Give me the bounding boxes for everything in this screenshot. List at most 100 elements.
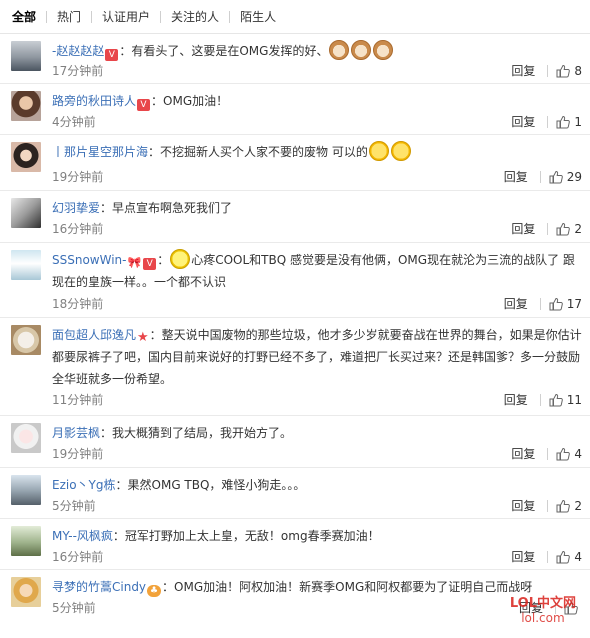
tab-all[interactable]: 全部 xyxy=(10,10,46,24)
avatar[interactable] xyxy=(11,423,41,453)
like-button[interactable]: 8 xyxy=(556,64,582,78)
avatar[interactable] xyxy=(11,250,41,280)
comment-meta: 5分钟前 回复 2 xyxy=(52,497,582,514)
comment-content: ：冠军打野加上太上皇，无敌！omg春季赛加油！ xyxy=(112,529,380,543)
like-button[interactable]: 11 xyxy=(549,393,582,407)
comment-item: SSSnowWin-🎀 V：心疼COOL和TBQ 感觉要是没有他俩，OMG现在就沦… xyxy=(0,243,590,318)
reply-button[interactable]: 回复 xyxy=(504,391,528,408)
comment-text: 丨那片星空那片海：不挖掘新人买个人家不要的废物 可以的 xyxy=(52,141,582,163)
like-button[interactable]: 4 xyxy=(556,447,582,461)
comment-actions: 回复 4 xyxy=(511,548,582,565)
comment-text: SSSnowWin-🎀 V：心疼COOL和TBQ 感觉要是没有他俩，OMG现在就沦… xyxy=(52,249,582,293)
like-button[interactable]: 29 xyxy=(549,170,582,184)
comment-body: -赵赵赵赵 V ：有看头了、这要是在OMG发挥的好、 xyxy=(52,40,582,62)
comment-username[interactable]: 幻羽挚爱 xyxy=(52,201,100,215)
comment-username[interactable]: 丨那片星空那片海 xyxy=(52,145,148,159)
reply-button[interactable]: 回复 xyxy=(511,548,535,565)
comment-username[interactable]: Ezio丶Yg栋 xyxy=(52,478,116,492)
reply-button[interactable]: 回复 xyxy=(504,168,528,185)
avatar[interactable] xyxy=(11,198,41,228)
reply-button[interactable]: 回复 xyxy=(511,220,535,237)
grin-emoji-icon xyxy=(390,141,411,161)
like-count: 29 xyxy=(566,169,582,184)
comment-meta: 17分钟前 回复 8 xyxy=(52,62,582,79)
comment-text: 面包超人邱逸凡★：整天说中国废物的那些垃圾，他才多少岁就要奋战在世界的舞台，如果… xyxy=(52,324,582,390)
comment-body: 寻梦的竹蒿Cindy ♣ ：OMG加油！阿权加油！新赛季OMG和阿权都要为了证明自己… xyxy=(52,576,582,598)
comment-meta: 16分钟前 回复 4 xyxy=(52,548,582,565)
comment-actions: 回复 17 xyxy=(504,295,582,312)
comment-username[interactable]: SSSnowWin- xyxy=(52,253,126,267)
comment-content: ：OMG加油！ xyxy=(151,94,229,108)
comment-text: Ezio丶Yg栋：果然OMG TBQ，难怪小狗走。。。 xyxy=(52,474,582,496)
comment-time: 5分钟前 xyxy=(52,601,96,615)
watermark-line1: LOL中文网 xyxy=(509,596,576,611)
tab-hot[interactable]: 热门 xyxy=(47,10,91,24)
comment-text: 幻羽挚爱：早点宣布啊急死我们了 xyxy=(52,197,582,219)
comment-meta: 19分钟前 回复 4 xyxy=(52,445,582,462)
comment-username[interactable]: 月影芸枫 xyxy=(52,426,100,440)
like-count: 4 xyxy=(574,549,582,564)
comment-username[interactable]: MY--风枫疯 xyxy=(52,529,113,543)
comment-time: 11分钟前 xyxy=(52,393,104,407)
thumbs-up-icon xyxy=(556,447,571,461)
avatar[interactable] xyxy=(11,325,41,355)
comment-username[interactable]: -赵赵赵赵 xyxy=(52,44,104,58)
comment-time: 18分钟前 xyxy=(52,297,104,311)
tab-following[interactable]: 关注的人 xyxy=(161,10,229,24)
like-count: 2 xyxy=(574,498,582,513)
comment-item: Ezio丶Yg栋：果然OMG TBQ，难怪小狗走。。。 5分钟前 回复 2 xyxy=(0,468,590,519)
like-button[interactable]: 2 xyxy=(556,499,582,513)
like-count: 11 xyxy=(566,392,582,407)
like-button[interactable]: 2 xyxy=(556,222,582,236)
comment-time: 16分钟前 xyxy=(52,550,104,564)
avatar[interactable] xyxy=(11,475,41,505)
comment-username[interactable]: 路旁的秋田诗人 xyxy=(52,94,136,108)
comment-text: 寻梦的竹蒿Cindy ♣ ：OMG加油！阿权加油！新赛季OMG和阿权都要为了证明自己… xyxy=(52,576,582,598)
like-button[interactable]: 17 xyxy=(549,297,582,311)
comment-text: -赵赵赵赵 V ：有看头了、这要是在OMG发挥的好、 xyxy=(52,40,582,62)
comment-body: 丨那片星空那片海：不挖掘新人买个人家不要的废物 可以的 xyxy=(52,141,582,163)
comment-item: 幻羽挚爱：早点宣布啊急死我们了 16分钟前 回复 2 xyxy=(0,191,590,243)
comment-item: 路旁的秋田诗人 V ：OMG加油！ 4分钟前 回复 1 xyxy=(0,84,590,135)
avatar[interactable] xyxy=(11,577,41,607)
like-button[interactable]: 1 xyxy=(556,115,582,129)
like-count: 1 xyxy=(574,114,582,129)
reply-button[interactable]: 回复 xyxy=(511,113,535,130)
comment-meta: 16分钟前 回复 2 xyxy=(52,220,582,237)
action-divider xyxy=(539,393,541,406)
grin-emoji-icon xyxy=(368,141,389,161)
avatar[interactable] xyxy=(11,142,41,172)
tab-verified-users[interactable]: 认证用户 xyxy=(92,10,160,24)
comment-username[interactable]: 面包超人邱逸凡 xyxy=(52,328,136,342)
reply-button[interactable]: 回复 xyxy=(504,295,528,312)
dog-emoji-icon xyxy=(373,40,394,60)
comment-body: MY--风枫疯：冠军打野加上太上皇，无敌！omg春季赛加油！ xyxy=(52,525,582,547)
comment-body: Ezio丶Yg栋：果然OMG TBQ，难怪小狗走。。。 xyxy=(52,474,582,496)
dog-emoji-icon xyxy=(329,40,350,60)
reply-button[interactable]: 回复 xyxy=(511,62,535,79)
fan-badge-icon: ♣ xyxy=(147,585,162,597)
comment-time: 19分钟前 xyxy=(52,170,104,184)
comment-actions: 回复 29 xyxy=(504,168,582,185)
reply-button[interactable]: 回复 xyxy=(511,497,535,514)
comment-body: 面包超人邱逸凡★：整天说中国废物的那些垃圾，他才多少岁就要奋战在世界的舞台，如果… xyxy=(52,324,582,390)
like-button[interactable]: 4 xyxy=(556,550,582,564)
comment-actions: 回复 1 xyxy=(511,113,582,130)
comment-actions: 回复 11 xyxy=(504,391,582,408)
comment-item: -赵赵赵赵 V ：有看头了、这要是在OMG发挥的好、 17分钟前 回复 8 xyxy=(0,34,590,84)
comment-actions: 回复 2 xyxy=(511,497,582,514)
comment-body: SSSnowWin-🎀 V：心疼COOL和TBQ 感觉要是没有他俩，OMG现在就沦… xyxy=(52,249,582,293)
comment-text: 路旁的秋田诗人 V ：OMG加油！ xyxy=(52,90,582,112)
comment-content: ：早点宣布啊急死我们了 xyxy=(100,201,233,215)
comment-filter-tabs: 全部 热门 认证用户 关注的人 陌生人 xyxy=(0,0,590,34)
reply-button[interactable]: 回复 xyxy=(511,445,535,462)
avatar[interactable] xyxy=(11,91,41,121)
avatar[interactable] xyxy=(11,41,41,71)
comment-text: 月影芸枫：我大概猜到了结局，我开始方了。 xyxy=(52,422,582,444)
tab-strangers[interactable]: 陌生人 xyxy=(230,10,286,24)
action-divider xyxy=(547,499,549,512)
action-divider xyxy=(547,447,549,460)
comment-content: ：我大概猜到了结局，我开始方了。 xyxy=(100,426,293,440)
avatar[interactable] xyxy=(11,526,41,556)
comment-username[interactable]: 寻梦的竹蒿Cindy xyxy=(52,580,146,594)
